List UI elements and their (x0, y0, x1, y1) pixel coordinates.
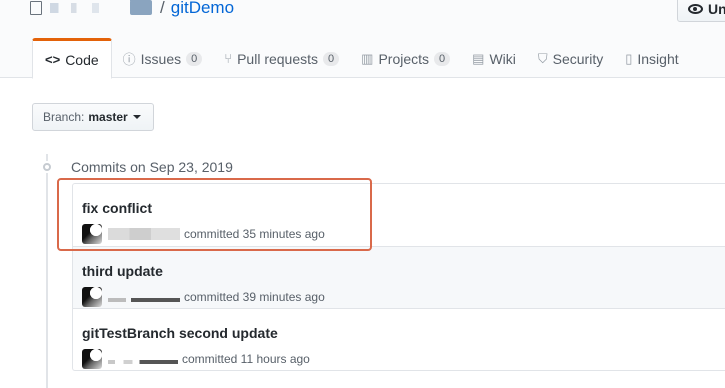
avatar[interactable] (82, 349, 102, 369)
commit-row: third update committed 39 minutes ago (73, 246, 725, 308)
repo-separator: / (160, 0, 165, 17)
branch-select-button[interactable]: Branch: master (32, 103, 154, 131)
branch-value: master (88, 110, 128, 124)
issue-opened-icon: ⓘ (122, 52, 136, 67)
tab-security-label: Security (552, 50, 604, 67)
graph-icon: ▯ (625, 50, 633, 66)
commit-message-link[interactable]: gitTestBranch second update (82, 325, 278, 341)
commit-time: committed 39 minutes ago (184, 290, 325, 304)
project-icon: ▥ (361, 50, 374, 66)
repo-header: / gitDemo Un <> Code ⓘ Issues 0 ⑂ Pull r… (0, 0, 725, 79)
tab-wiki[interactable]: ▤ Wiki (461, 38, 527, 79)
avatar[interactable] (82, 287, 102, 307)
watch-button[interactable]: Un (677, 0, 725, 22)
tab-issues[interactable]: ⓘ Issues 0 (112, 38, 214, 79)
caret-down-icon (132, 115, 141, 119)
book-icon: ▤ (472, 50, 485, 66)
repo-icon (30, 1, 42, 15)
projects-counter: 0 (434, 51, 451, 66)
tab-pull-requests[interactable]: ⑂ Pull requests 0 (213, 38, 350, 79)
issues-counter: 0 (186, 51, 203, 66)
owner-name-redacted[interactable] (50, 3, 120, 13)
repo-nav-tabs: <> Code ⓘ Issues 0 ⑂ Pull requests 0 ▥ P… (32, 38, 690, 79)
tab-code-label: Code (65, 51, 99, 68)
branch-label: Branch: (43, 110, 85, 124)
tab-pull-requests-label: Pull requests (237, 50, 319, 67)
commit-row: gitTestBranch second update committed 11… (73, 308, 725, 370)
commit-time: committed 11 hours ago (182, 352, 310, 366)
tab-wiki-label: Wiki (489, 50, 516, 67)
highlight-box (57, 178, 372, 251)
repo-title-line: / gitDemo (30, 0, 234, 20)
folder-icon (130, 0, 152, 15)
commit-meta: committed 39 minutes ago (82, 287, 325, 307)
tab-projects[interactable]: ▥ Projects 0 (350, 38, 461, 79)
tab-projects-label: Projects (378, 50, 430, 67)
author-name-redacted[interactable] (108, 298, 180, 302)
repo-name-link[interactable]: gitDemo (171, 0, 234, 18)
watch-button-label: Un (708, 1, 725, 17)
git-pull-request-icon: ⑂ (224, 51, 233, 66)
author-name-redacted[interactable] (108, 360, 178, 364)
code-icon: <> (45, 52, 61, 67)
commit-group-title: Commits on Sep 23, 2019 (71, 159, 233, 175)
tab-issues-label: Issues (140, 50, 182, 67)
commit-message-link[interactable]: third update (82, 263, 163, 279)
eye-icon (688, 4, 703, 14)
shield-icon: ⛉ (537, 50, 548, 66)
tab-insights-label: Insight (637, 50, 679, 67)
pull-requests-counter: 0 (323, 51, 340, 66)
timeline-line (46, 154, 48, 388)
tab-insights[interactable]: ▯ Insight (614, 38, 689, 79)
commit-meta: committed 11 hours ago (82, 349, 310, 369)
tab-security[interactable]: ⛉ Security (527, 38, 614, 79)
tab-code[interactable]: <> Code (32, 38, 112, 79)
git-commit-icon (40, 161, 54, 173)
